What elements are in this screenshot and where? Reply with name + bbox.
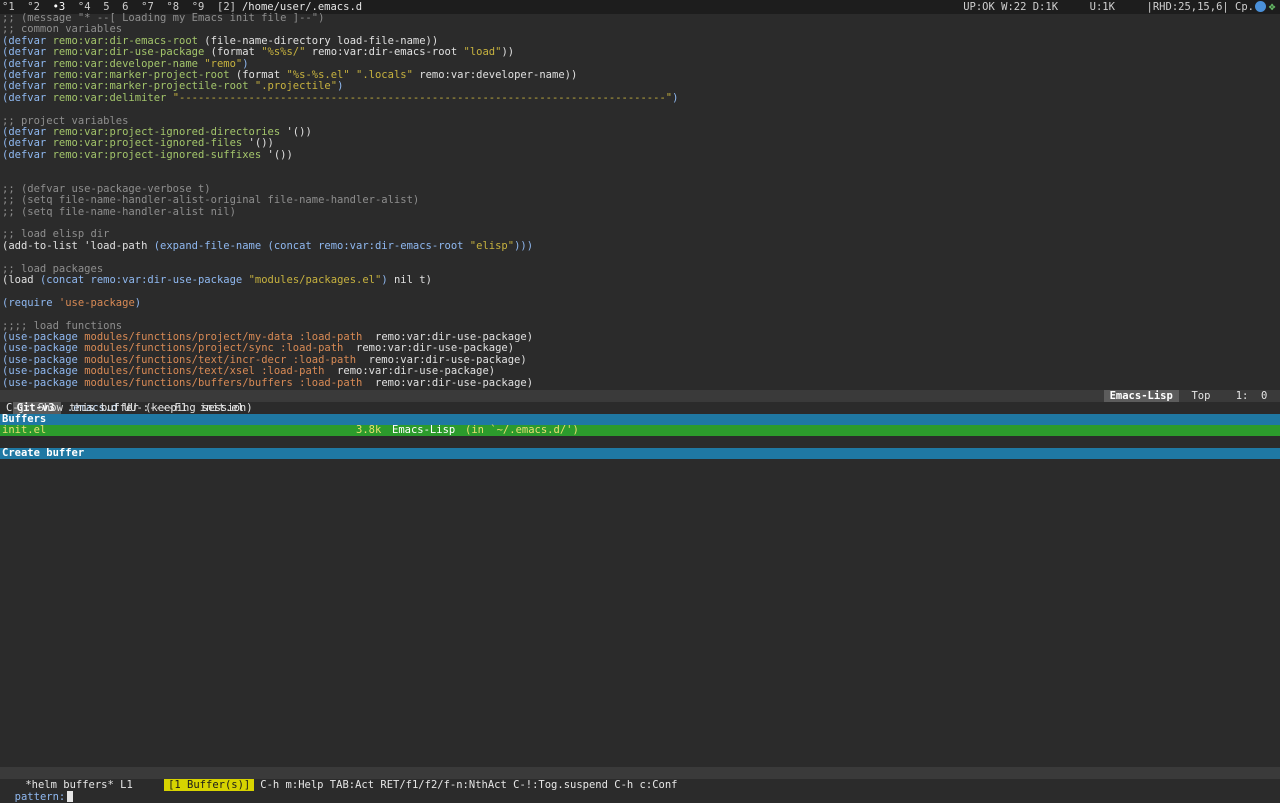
code-line[interactable]: (defvar remo:var:project-ignored-directo… — [0, 127, 1280, 138]
buffer-position: Top — [1191, 390, 1211, 402]
code-line[interactable]: ;; (message "* --[ Loading my Emacs init… — [0, 13, 1280, 24]
code-line[interactable]: (load (concat remo:var:dir-use-package "… — [0, 275, 1280, 286]
system-status: UP:OK W:22 D:1K U:1K |RHD:25,15,6| Cp. — [963, 1, 1254, 13]
workspace-8[interactable]: °8 — [166, 1, 191, 13]
workspace-2[interactable]: °2 — [27, 1, 52, 13]
code-editor[interactable]: ;; (message "* --[ Loading my Emacs init… — [0, 13, 1280, 391]
code-line[interactable]: (use-package modules/functions/project/s… — [0, 343, 1280, 354]
code-line[interactable]: (defvar remo:var:developer-name "remo") — [0, 59, 1280, 70]
echo-area: C-j: Show this buffer (keeping session) — [6, 402, 253, 414]
code-line[interactable]: ;; project variables — [0, 116, 1280, 127]
code-line[interactable]: ;; (setq file-name-handler-alist nil) — [0, 207, 1280, 218]
buffer-row-size: 3.8k — [356, 424, 382, 436]
minibuffer[interactable]: pattern: — [0, 779, 1280, 803]
workspace-3[interactable]: •3 — [53, 1, 78, 13]
line-col: 1: 0 — [1235, 390, 1268, 402]
code-line[interactable]: ;;;; load functions — [0, 321, 1280, 332]
code-line[interactable]: (require 'use-package) — [0, 298, 1280, 309]
workspace-5[interactable]: 5 — [103, 1, 122, 13]
code-line[interactable] — [0, 252, 1280, 263]
code-line[interactable] — [0, 218, 1280, 229]
code-line[interactable]: ;; (setq file-name-handler-alist-origina… — [0, 195, 1280, 206]
code-line[interactable]: (add-to-list 'load-path (expand-file-nam… — [0, 241, 1280, 252]
helm-buffers-panel: Buffers init.el 3.8k Emacs-Lisp (in `~/.… — [0, 414, 1280, 459]
puzzle-tray-icon[interactable]: ✥ — [1266, 1, 1278, 13]
create-buffer-action[interactable]: Create buffer — [0, 448, 1280, 459]
buffer-row-location: (in `~/.emacs.d/') — [465, 424, 579, 436]
code-line[interactable]: (use-package modules/functions/text/incr… — [0, 355, 1280, 366]
code-line[interactable]: (defvar remo:var:project-ignored-suffixe… — [0, 150, 1280, 161]
code-line[interactable]: ;; load packages — [0, 264, 1280, 275]
code-line[interactable] — [0, 172, 1280, 183]
major-mode: Emacs-Lisp — [1103, 390, 1179, 402]
helm-section-header: Buffers — [0, 414, 1280, 425]
mode-line-right: Emacs-Lisp Top 1: 0 — [1103, 390, 1280, 402]
buffer-row-name: init.el — [2, 424, 47, 436]
code-line[interactable]: (defvar remo:var:dir-use-package (format… — [0, 47, 1280, 58]
code-line[interactable]: ;; load elisp dir — [0, 229, 1280, 240]
code-line[interactable]: ;; common variables — [0, 24, 1280, 35]
code-line[interactable] — [0, 161, 1280, 172]
code-line[interactable]: (defvar remo:var:dir-emacs-root (file-na… — [0, 36, 1280, 47]
helm-mode-line: *helm buffers* L1 [1 Buffer(s)] C-h m:Hel… — [0, 767, 1280, 791]
text-cursor — [67, 791, 74, 802]
window-count: [2] — [217, 1, 236, 13]
helm-buffer-row[interactable]: init.el 3.8k Emacs-Lisp (in `~/.emacs.d/… — [0, 425, 1280, 436]
workspace-1[interactable]: °1 — [2, 1, 27, 13]
pattern-prompt: pattern: — [14, 791, 66, 803]
current-path: /home/user/.emacs.d — [241, 1, 363, 13]
code-line[interactable]: (use-package modules/functions/buffers/b… — [0, 378, 1280, 389]
code-line[interactable] — [0, 104, 1280, 115]
top-status-bar: °1 °2 •3 °4 5 6 °7 °8 °9 [2] /home/user/.… — [0, 0, 1280, 14]
mode-line: Git-v3 .emacs.d UU-:----F1 init.el Emacs… — [0, 390, 1280, 414]
workspace-9[interactable]: °9 — [192, 1, 217, 13]
code-line[interactable]: (defvar remo:var:marker-projectile-root … — [0, 81, 1280, 92]
workspace-4[interactable]: °4 — [78, 1, 103, 13]
workspace-7[interactable]: °7 — [141, 1, 166, 13]
code-line[interactable]: (defvar remo:var:marker-project-root (fo… — [0, 70, 1280, 81]
code-line[interactable]: (use-package modules/functions/project/m… — [0, 332, 1280, 343]
workspace-6[interactable]: 6 — [122, 1, 141, 13]
code-line[interactable] — [0, 286, 1280, 297]
code-line[interactable] — [0, 309, 1280, 320]
network-tray-icon[interactable] — [1255, 1, 1266, 12]
buffer-row-mode: Emacs-Lisp — [392, 424, 456, 436]
code-line[interactable]: (defvar remo:var:delimiter "------------… — [0, 93, 1280, 104]
workspace-list[interactable]: °1 °2 •3 °4 5 6 °7 °8 °9 [2] /home/user/.… — [2, 0, 362, 14]
code-line[interactable]: ;; (defvar use-package-verbose t) — [0, 184, 1280, 195]
code-line[interactable]: (defvar remo:var:project-ignored-files '… — [0, 138, 1280, 149]
code-line[interactable]: (use-package modules/functions/text/xsel… — [0, 366, 1280, 377]
